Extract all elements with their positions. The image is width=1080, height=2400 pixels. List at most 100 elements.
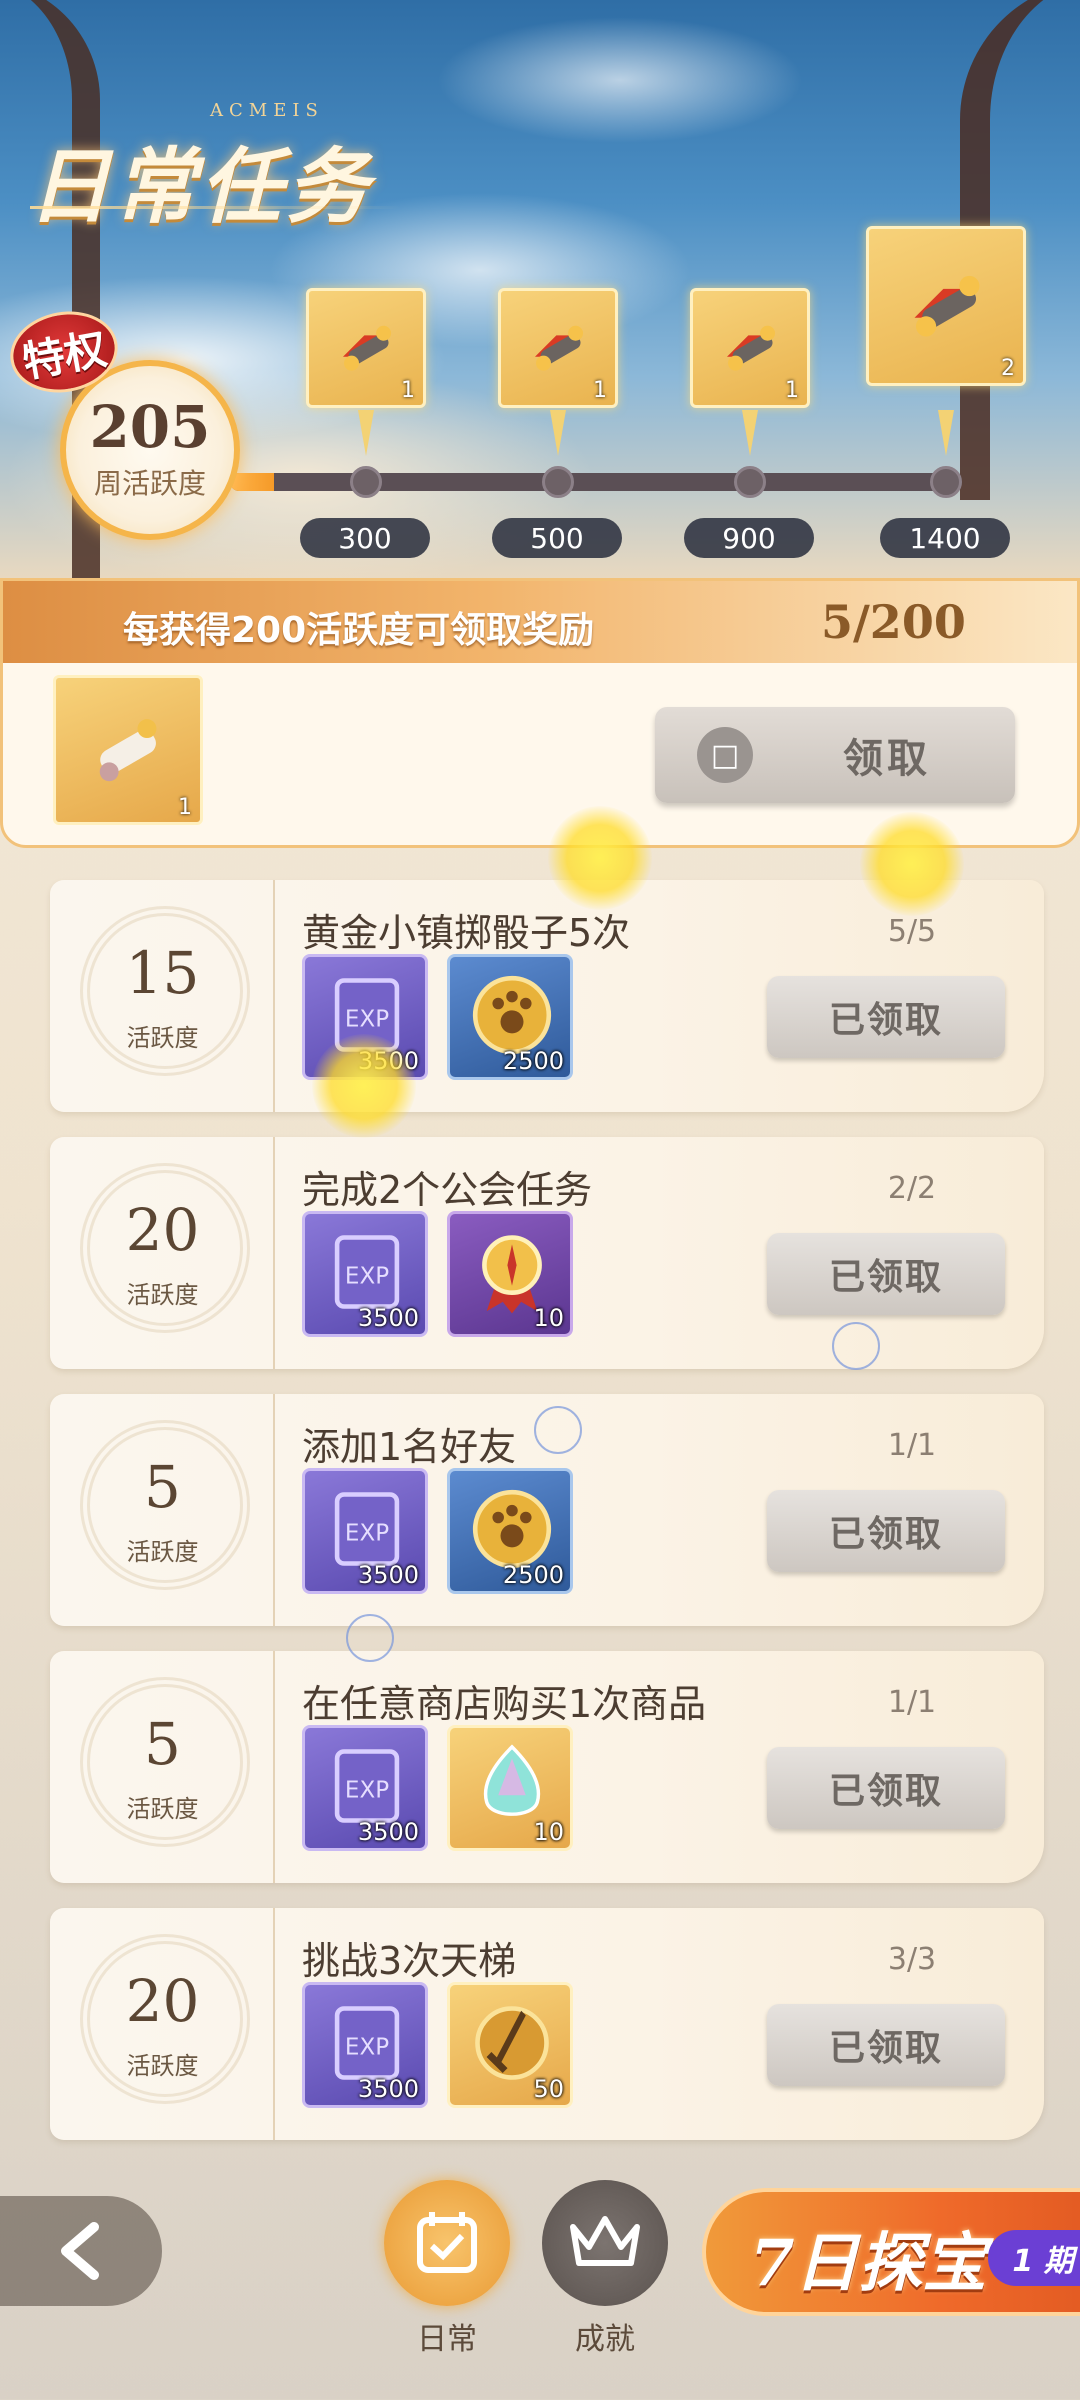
white-scroll-icon [99,718,157,782]
weekly-activity-badge: 205 周活跃度 [60,360,240,540]
tab-daily[interactable]: 日常 [382,2180,512,2358]
task-points-label: 活跃度 [126,1795,199,1823]
milestone-node [350,466,382,498]
reward-item-count: 3500 [357,1818,419,1846]
activity-progress-fill [230,473,274,491]
touch-indicator [346,1614,394,1662]
task-points-label: 活跃度 [126,1281,199,1309]
claimed-button[interactable]: 已领取 [767,1233,1005,1315]
reward-item-exp[interactable]: EXP 3500 [302,1211,428,1337]
title-underline [30,206,400,209]
task-points-value: 20 [125,1196,200,1264]
task-title: 添加1名好友 [302,1425,517,1469]
milestone-chest-300[interactable]: 1 [306,288,426,408]
tab-achievement[interactable]: 成就 [540,2180,670,2358]
task-points-value: 15 [125,939,200,1007]
task-progress: 2/2 [887,1171,937,1206]
task-card: 20 活跃度 完成2个公会任务 2/2 EXP 3500 10 已领取 [50,1137,1044,1369]
reward-item-count: 3500 [357,1561,419,1589]
reward-item[interactable]: 1 [53,675,203,825]
task-points-label: 活跃度 [126,1024,199,1052]
touch-indicator [832,1322,880,1370]
claimed-button[interactable]: 已领取 [767,976,1005,1058]
reward-item-coin[interactable]: 2500 [447,954,573,1080]
privilege-badge-label: 特权 [18,323,111,387]
milestone-chest-500[interactable]: 1 [498,288,618,408]
milestone-node [930,466,962,498]
milestone-node [734,466,766,498]
milestone-pin [358,410,374,456]
task-title: 挑战3次天梯 [302,1939,517,1983]
event-title: 7日探宝 [750,2226,987,2301]
milestone-threshold: 300 [300,518,430,558]
milestone-pin [938,410,954,456]
task-card: 15 活跃度 黄金小镇掷骰子5次 5/5 EXP 3500 2500 已领取 [50,880,1044,1112]
milestone-count: 1 [593,378,607,403]
weekly-activity-value: 205 [89,393,211,461]
task-points-label: 活跃度 [126,2052,199,2080]
reward-item-count: 50 [533,2075,564,2103]
window-frame-left [0,0,100,620]
weekly-activity-label: 周活跃度 [93,467,206,500]
claimed-button[interactable]: 已领取 [767,1490,1005,1572]
claim-button-label: 领取 [843,736,931,782]
milestone-threshold: 500 [492,518,622,558]
reward-item-gem[interactable]: 10 [447,1725,573,1851]
milestone-count: 2 [1001,356,1015,381]
task-progress: 1/1 [887,1685,937,1720]
milestone-pin [550,410,566,456]
reward-item-count: 3500 [357,1304,419,1332]
task-points-label: 活跃度 [126,1538,199,1566]
svg-text:EXP: EXP [345,1007,389,1033]
claim-button[interactable]: □ 领取 [655,707,1015,803]
title-subtitle: ACMEIS [210,100,324,121]
reward-item-exp[interactable]: EXP 3500 [302,1982,428,2108]
scroll-chest-icon [342,325,391,371]
reward-item-coin[interactable]: 2500 [447,1468,573,1594]
milestone-threshold: 900 [684,518,814,558]
crown-icon [542,2180,668,2306]
task-title: 在任意商店购买1次商品 [302,1682,707,1726]
gift-icon: □ [697,727,753,783]
tab-daily-label: 日常 [417,2322,477,2357]
chevron-left-icon [61,2222,99,2280]
scroll-chest-icon [914,275,980,337]
back-button[interactable] [0,2196,162,2306]
paw-sparkle-icon [548,806,652,910]
scroll-chest-icon [534,325,583,371]
reward-item-exp[interactable]: EXP 3500 [302,1725,428,1851]
task-points: 5 活跃度 [50,1651,275,1883]
task-points: 15 活跃度 [50,880,275,1112]
scroll-chest-icon [726,325,775,371]
milestone-threshold: 1400 [880,518,1010,558]
activity-progress-track [230,473,950,491]
task-points: 5 活跃度 [50,1394,275,1626]
claimed-button[interactable]: 已领取 [767,1747,1005,1829]
milestone-count: 1 [785,378,799,403]
touch-indicator [534,1406,582,1454]
milestone-chest-1400[interactable]: 2 [866,226,1026,386]
reward-item-medal[interactable]: 10 [447,1211,573,1337]
task-points: 20 活跃度 [50,1137,275,1369]
milestone-chest-900[interactable]: 1 [690,288,810,408]
reward-item-count: 10 [533,1304,564,1332]
task-points: 20 活跃度 [50,1908,275,2140]
reward-panel: 每获得200活跃度可领取奖励 5/200 1 □ 领取 [0,578,1080,848]
event-period-badge: 1 期 [988,2230,1080,2286]
reward-description: 每获得200活跃度可领取奖励 [123,610,595,651]
reward-item-exp[interactable]: EXP 3500 [302,1468,428,1594]
reward-header: 每获得200活跃度可领取奖励 5/200 [3,581,1077,663]
paw-sparkle-icon [860,812,964,916]
task-points-value: 5 [144,1710,181,1778]
task-card: 5 活跃度 在任意商店购买1次商品 1/1 EXP 3500 10 已领取 [50,1651,1044,1883]
svg-text:EXP: EXP [345,2035,389,2061]
task-progress: 1/1 [887,1428,937,1463]
task-points-value: 20 [125,1967,200,2035]
paw-sparkle-icon [312,1034,416,1138]
reward-item-count: 10 [533,1818,564,1846]
seven-day-treasure-banner[interactable]: 7日探宝 1 期 [702,2188,1080,2316]
reward-item-sword[interactable]: 50 [447,1982,573,2108]
milestone-node [542,466,574,498]
claimed-button[interactable]: 已领取 [767,2004,1005,2086]
svg-text:EXP: EXP [345,1264,389,1290]
